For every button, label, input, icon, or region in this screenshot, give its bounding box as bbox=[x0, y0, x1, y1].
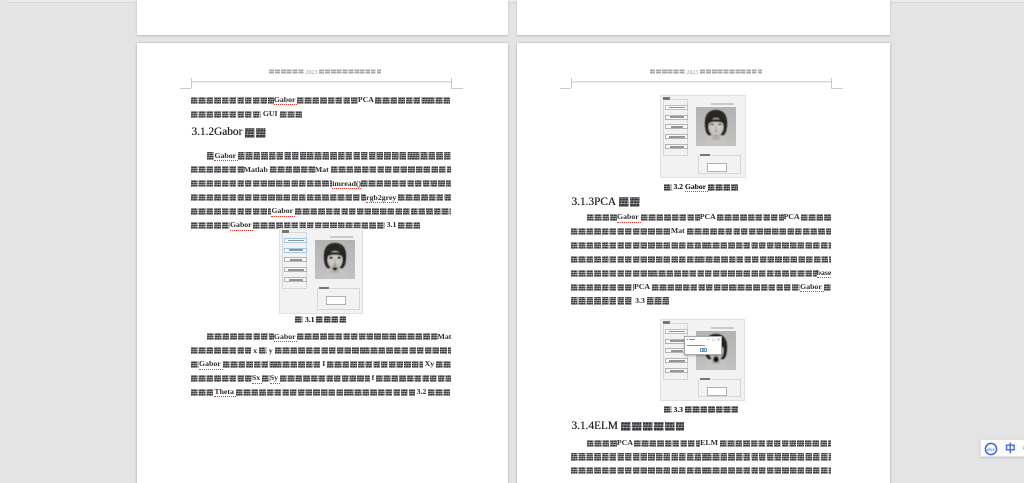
svg-text:iFLY: iFLY bbox=[987, 448, 995, 452]
